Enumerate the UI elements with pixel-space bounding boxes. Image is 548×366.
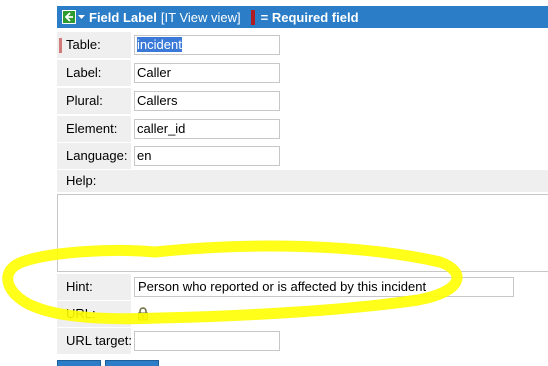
help-textarea[interactable] (57, 194, 548, 272)
hint-value: Person who reported or is affected by th… (138, 279, 427, 294)
hint-label-cell: Hint: (57, 274, 131, 300)
back-arrow-icon[interactable] (62, 10, 76, 24)
element-label-cell: Element: (57, 116, 131, 142)
help-label-cell: Help: (57, 170, 548, 192)
element-value: caller_id (137, 121, 186, 136)
plural-field[interactable]: Callers (134, 91, 280, 111)
url-target-field[interactable] (134, 331, 280, 351)
table-label: Table: (66, 37, 101, 52)
url-label-cell: URL: (57, 301, 131, 327)
context-menu-icon[interactable] (77, 10, 85, 24)
label-value: Caller (137, 65, 171, 80)
hint-field[interactable]: Person who reported or is affected by th… (134, 277, 514, 297)
hint-row: Hint: Person who reported or is affected… (57, 274, 548, 300)
required-indicator (59, 38, 62, 53)
language-value: en (137, 148, 152, 163)
lock-icon[interactable] (137, 307, 149, 321)
update-button[interactable] (105, 360, 159, 366)
plural-label: Plural: (66, 93, 103, 108)
element-label: Element: (66, 121, 118, 136)
required-field-legend: = Required field (260, 9, 359, 25)
language-label-cell: Language: (57, 143, 131, 169)
submit-button[interactable] (57, 360, 101, 366)
table-value: incident (137, 37, 182, 52)
plural-value: Callers (137, 93, 178, 108)
form-title: Field Label (89, 9, 157, 25)
url-label: URL: (66, 306, 96, 321)
url-target-label: URL target: (66, 333, 132, 348)
url-target-label-cell: URL target: (57, 328, 132, 354)
label-label: Label: (66, 65, 102, 80)
field-label-form-page: Field Label [IT View view] = Required fi… (0, 0, 548, 366)
table-field[interactable]: incident (134, 35, 280, 55)
help-label: Help: (66, 173, 97, 188)
language-label: Language: (66, 148, 128, 163)
required-field-marker (250, 9, 255, 25)
table-label-cell: Table: (57, 32, 131, 58)
plural-label-cell: Plural: (57, 88, 131, 114)
label-field[interactable]: Caller (134, 63, 280, 83)
label-label-cell: Label: (57, 60, 131, 86)
form-view-name: [IT View view] (160, 9, 241, 25)
element-field[interactable]: caller_id (134, 119, 280, 139)
form-header: Field Label [IT View view] = Required fi… (57, 6, 548, 28)
hint-label: Hint: (66, 279, 93, 294)
language-field[interactable]: en (134, 146, 280, 166)
